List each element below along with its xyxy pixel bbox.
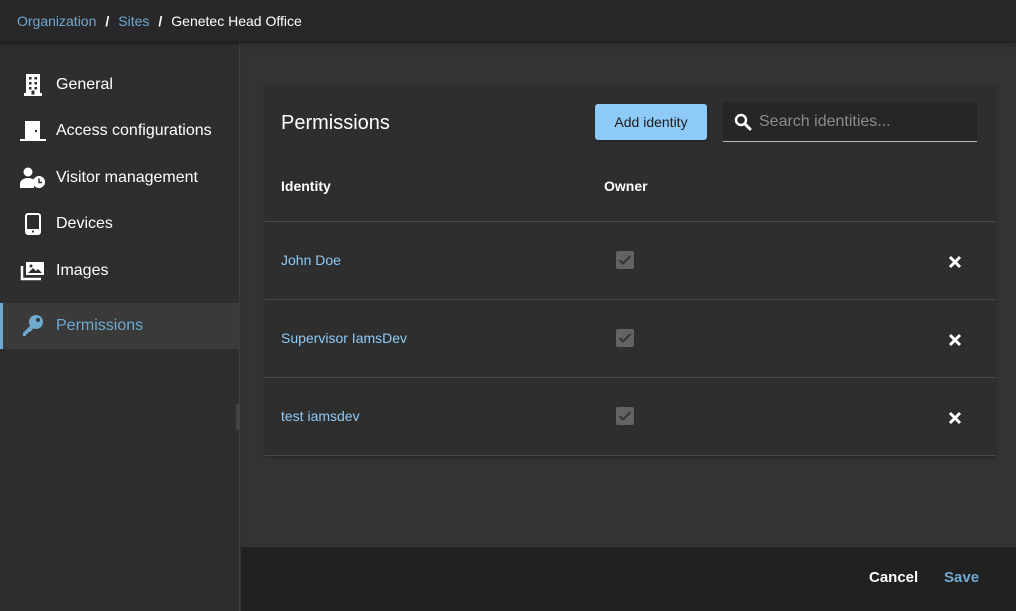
breadcrumb-current: Genetec Head Office	[171, 12, 302, 29]
remove-identity-button[interactable]	[945, 330, 965, 350]
permissions-card: Permissions Add identity Identity Owner …	[265, 86, 995, 456]
breadcrumb-organization[interactable]: Organization	[17, 13, 96, 29]
sidebar-item-label: Devices	[56, 215, 113, 232]
sidebar-item-permissions[interactable]: Permissions	[0, 303, 239, 349]
breadcrumb: Organization / Sites / Genetec Head Offi…	[0, 0, 1016, 42]
sidebar: General Access configurations Visitor ma…	[0, 42, 240, 611]
search-input[interactable]	[759, 112, 969, 131]
owner-checkbox[interactable]	[616, 251, 634, 269]
identity-link[interactable]: test iamsdev	[281, 408, 360, 424]
door-icon	[20, 119, 46, 143]
search-box	[723, 102, 977, 142]
cancel-button[interactable]: Cancel	[869, 569, 918, 586]
phone-icon	[20, 212, 46, 236]
remove-identity-button[interactable]	[945, 408, 965, 428]
visitor-clock-icon	[20, 166, 46, 190]
main-content: Permissions Add identity Identity Owner …	[241, 42, 1016, 547]
breadcrumb-separator: /	[105, 12, 110, 29]
key-icon	[20, 314, 46, 338]
card-title: Permissions	[281, 112, 390, 134]
sidebar-item-label: Access configurations	[56, 122, 212, 139]
sidebar-item-general[interactable]: General	[0, 62, 239, 108]
check-icon	[618, 333, 632, 343]
check-icon	[618, 255, 632, 265]
table-row: Supervisor IamsDev	[265, 300, 995, 378]
sidebar-item-devices[interactable]: Devices	[0, 201, 239, 247]
save-button[interactable]: Save	[944, 569, 979, 586]
identity-link[interactable]: Supervisor IamsDev	[281, 330, 407, 346]
sidebar-item-label: Images	[56, 262, 109, 279]
table-row: test iamsdev	[265, 378, 995, 456]
breadcrumb-sites[interactable]: Sites	[118, 13, 149, 29]
footer-actions: Cancel Save	[241, 547, 1016, 611]
sidebar-item-label: Permissions	[56, 317, 144, 334]
sidebar-item-access-configurations[interactable]: Access configurations	[0, 108, 239, 154]
check-icon	[618, 411, 632, 421]
remove-identity-button[interactable]	[945, 252, 965, 272]
search-icon	[733, 112, 753, 132]
building-icon	[20, 73, 46, 97]
close-icon	[948, 411, 962, 425]
breadcrumb-separator: /	[158, 12, 163, 29]
column-header-owner[interactable]: Owner	[604, 178, 648, 194]
sidebar-item-images[interactable]: Images	[0, 248, 239, 294]
owner-checkbox[interactable]	[616, 407, 634, 425]
owner-checkbox[interactable]	[616, 329, 634, 347]
sidebar-item-label: Visitor management	[56, 169, 198, 186]
close-icon	[948, 255, 962, 269]
table-row: John Doe	[265, 222, 995, 300]
column-header-identity[interactable]: Identity	[281, 178, 331, 194]
sidebar-item-visitor-management[interactable]: Visitor management	[0, 155, 239, 201]
add-identity-button[interactable]: Add identity	[595, 104, 707, 140]
panel-resize-handle[interactable]	[236, 404, 240, 430]
close-icon	[948, 333, 962, 347]
identity-link[interactable]: John Doe	[281, 252, 341, 268]
sidebar-item-label: General	[56, 76, 113, 93]
images-icon	[20, 259, 46, 283]
